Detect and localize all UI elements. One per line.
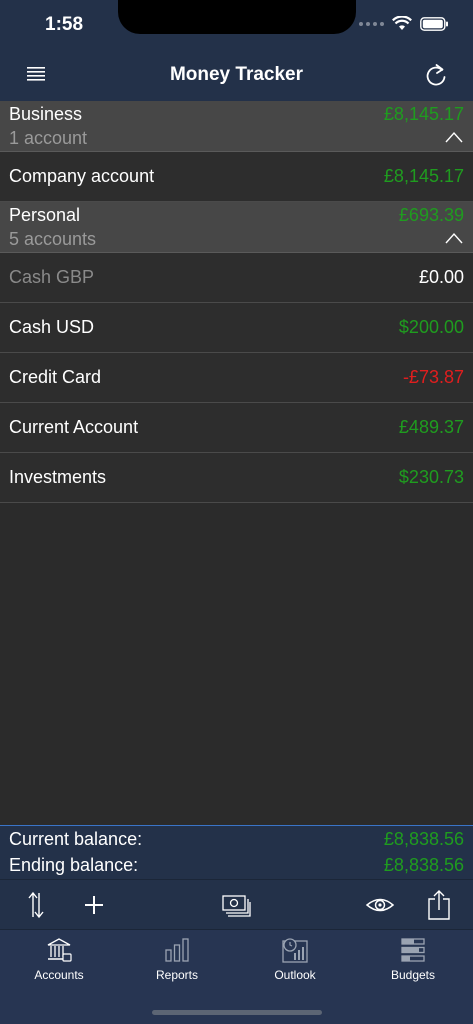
account-name: Cash GBP [9,267,95,287]
tab-accounts[interactable]: Accounts [0,936,118,996]
share-icon [428,890,450,920]
tab-label: Budgets [390,968,436,982]
account-name: Cash USD [9,317,95,337]
ending-balance-value: £8,838.56 [383,855,464,875]
group-name: Personal [9,205,81,225]
refresh-button[interactable] [423,61,449,89]
tab-reports[interactable]: Reports [118,936,236,996]
current-balance-label: Current balance: [9,829,143,849]
tab-label: Accounts [34,968,84,982]
tab-budgets[interactable]: Budgets [354,936,472,996]
bank-icon [47,938,72,962]
account-name: Investments [9,467,107,487]
home-indicator[interactable] [152,1010,322,1015]
account-name: Company account [9,166,155,186]
signal-icon [359,21,384,26]
group-count: 5 accounts [9,229,97,249]
page-title: Money Tracker [169,64,304,85]
account-row-current-account[interactable]: Current Account £489.37 [0,403,473,453]
tab-label: Outlook [274,968,316,982]
account-balance: $200.00 [398,317,464,337]
account-balance: £8,145.17 [383,166,464,186]
budget-stack-icon [401,938,425,962]
tab-bar: Accounts Reports Outlook Budgets [0,929,473,1024]
device-notch [118,0,356,34]
account-row-investments[interactable]: Investments $230.73 [0,453,473,503]
group-total: £693.39 [398,205,464,225]
banknotes-icon [222,895,251,917]
sort-button[interactable] [20,889,52,921]
tab-label: Reports [155,968,199,982]
navigation-bar: 1:58 Money Tracker [0,0,473,101]
share-button[interactable] [423,889,455,921]
ending-balance-label: Ending balance: [9,855,139,875]
visibility-button[interactable] [364,889,396,921]
group-header-business[interactable]: Business 1 account £8,145.17 [0,101,473,152]
account-balance: £0.00 [418,267,464,287]
account-row-company-account[interactable]: Company account £8,145.17 [0,152,473,202]
account-balance: £489.37 [398,417,464,437]
chevron-up-icon[interactable] [445,131,463,143]
battery-icon [420,16,448,31]
eye-icon [365,898,395,912]
group-header-personal[interactable]: Personal 5 accounts £693.39 [0,202,473,253]
account-row-cash-gbp[interactable]: Cash GBP £0.00 [0,253,473,303]
bar-chart-icon [165,938,189,962]
group-total: £8,145.17 [383,104,464,124]
status-icons [359,16,449,31]
group-name: Business [9,104,83,124]
refresh-icon [426,64,446,86]
account-row-credit-card[interactable]: Credit Card -£73.87 [0,353,473,403]
wifi-icon [392,16,412,30]
chevron-up-icon[interactable] [445,232,463,244]
calendar-chart-icon [282,938,308,963]
status-time: 1:58 [45,14,84,35]
accounts-list: Business 1 account £8,145.17 Company acc… [0,101,473,503]
account-row-cash-usd[interactable]: Cash USD $200.00 [0,303,473,353]
account-name: Credit Card [9,367,102,387]
plus-icon [85,896,103,914]
sort-arrows-icon [28,891,44,919]
add-button[interactable] [78,889,110,921]
transactions-button[interactable] [220,889,252,921]
account-balance: -£73.87 [402,367,464,387]
current-balance-value: £8,838.56 [383,829,464,849]
tab-outlook[interactable]: Outlook [236,936,354,996]
account-balance: $230.73 [398,467,464,487]
balance-summary: Current balance: £8,838.56 Ending balanc… [0,825,473,880]
group-count: 1 account [9,128,88,148]
app-screen: 1:58 Money Tracker Business 1 account £8… [0,0,473,1024]
action-toolbar [0,879,473,930]
account-name: Current Account [9,417,139,437]
